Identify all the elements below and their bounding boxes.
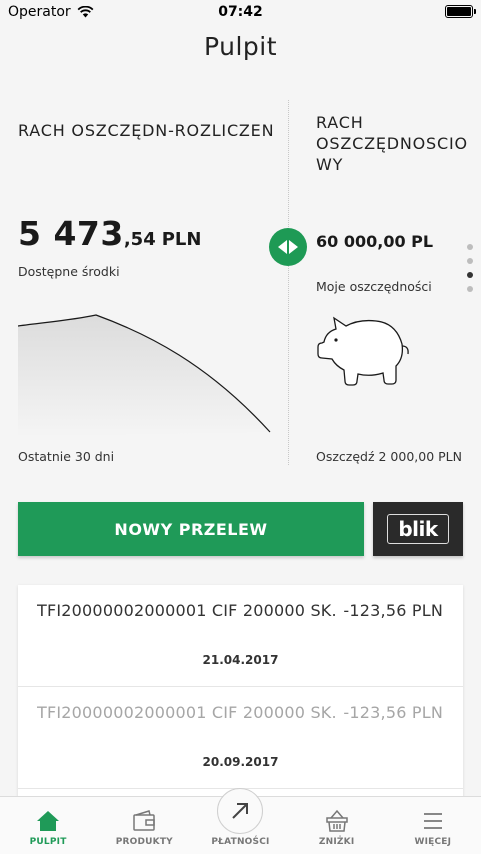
transaction-date: 21.04.2017 (202, 653, 279, 667)
transactions-list: TFI20000002000001 CIF 200000 SK... -123,… (18, 585, 463, 800)
balance-integer: 5 473 (18, 214, 124, 253)
transaction-amount: -123,56 PLN (343, 601, 443, 620)
tab-produkty[interactable]: PRODUKTY (96, 797, 192, 854)
tab-pulpit[interactable]: PULPIT (0, 797, 96, 854)
savings-account-name[interactable]: RACH OSZCZĘDNOSCIO WY (316, 112, 468, 175)
tab-label: ZNIŻKI (318, 837, 355, 847)
trend-area (18, 315, 270, 437)
balance-currency: PLN (161, 229, 202, 250)
tab-label: PULPIT (29, 837, 67, 847)
tab-wiecej[interactable]: WIĘCEJ (385, 797, 481, 854)
transaction-amount: -123,56 PLN (343, 703, 443, 722)
account-name-line-1: RACH (316, 113, 364, 132)
page-title: Pulpit (203, 32, 278, 61)
savings-hint[interactable]: Oszczędź 2 000,00 PLN (316, 449, 462, 464)
transaction-date: 20.09.2017 (202, 755, 279, 769)
savings-amount: 60 000,00 PL (316, 232, 434, 251)
account-name-line-3: WY (316, 155, 344, 174)
tab-bar: PULPIT PRODUKTY PŁATNOŚCI ZNIŻKI WIĘCEJ (0, 788, 481, 854)
page-dot[interactable] (467, 244, 473, 250)
page-indicator[interactable] (467, 244, 475, 300)
current-account-name[interactable]: RACH OSZCZĘDN-ROZLICZEN (18, 120, 278, 141)
available-balance: 5 473,54 PLN (18, 214, 201, 253)
arrow-up-right-icon (232, 803, 249, 819)
tab-znizki[interactable]: ZNIŻKI (289, 797, 385, 854)
transaction-item[interactable]: TFI20000002000001 CIF 200000 SK... -123,… (18, 687, 463, 789)
blik-logo: blik (387, 514, 449, 544)
transaction-item[interactable]: TFI20000002000001 CIF 200000 SK... -123,… (18, 585, 463, 687)
account-divider (288, 100, 289, 465)
savings-label: Moje oszczędności (316, 279, 432, 294)
page-dot-active[interactable] (467, 272, 473, 278)
page-dot[interactable] (467, 286, 473, 292)
home-icon (37, 811, 60, 831)
new-transfer-button[interactable]: NOWY PRZELEW (18, 502, 364, 556)
piggy-bank-icon (317, 316, 409, 386)
menu-icon (423, 813, 442, 829)
clock: 07:42 (218, 4, 263, 20)
account-name-line-2: OSZCZĘDNOSCIO (316, 134, 468, 153)
transaction-title: TFI20000002000001 CIF 200000 SK... (37, 601, 335, 620)
tab-label: WIĘCEJ (414, 837, 452, 847)
swap-arrows-icon (278, 240, 298, 254)
tab-platnosci[interactable]: PŁATNOŚCI (192, 788, 288, 854)
balance-trend-chart (18, 314, 271, 437)
transaction-title: TFI20000002000001 CIF 200000 SK... (37, 703, 335, 722)
chart-period-label: Ostatnie 30 dni (18, 449, 115, 464)
basket-icon (325, 809, 348, 832)
account-name: RACH OSZCZĘDN-ROZLICZEN (18, 121, 275, 140)
blik-button[interactable]: blik (373, 502, 463, 556)
page-dot[interactable] (467, 258, 473, 264)
switch-account-button[interactable] (269, 228, 307, 266)
battery-icon (445, 5, 476, 18)
tab-label: PŁATNOŚCI (211, 837, 270, 847)
status-bar: Operator 07:42 (0, 0, 481, 24)
tab-label: PRODUKTY (115, 837, 173, 847)
balance-decimal: ,54 (123, 229, 156, 250)
wallet-icon (133, 810, 156, 831)
available-funds-label: Dostępne środki (18, 264, 120, 279)
payments-circle (217, 788, 264, 834)
